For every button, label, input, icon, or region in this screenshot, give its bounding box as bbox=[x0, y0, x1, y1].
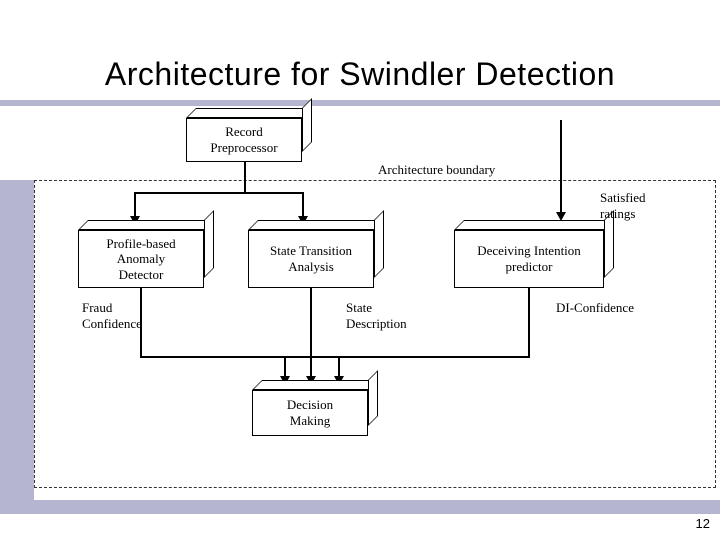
node-profile-detector-label: Profile-based Anomaly Detector bbox=[78, 230, 204, 288]
page-number: 12 bbox=[696, 516, 710, 531]
divider-bottom bbox=[0, 500, 720, 514]
node-profile-detector: Profile-based Anomaly Detector bbox=[78, 230, 204, 288]
node-record-preprocessor-label: Record Preprocessor bbox=[186, 118, 302, 162]
node-state-transition-label: State Transition Analysis bbox=[248, 230, 374, 288]
boundary-label: Architecture boundary bbox=[378, 162, 495, 178]
node-state-transition: State Transition Analysis bbox=[248, 230, 374, 288]
page-title: Architecture for Swindler Detection bbox=[0, 56, 720, 93]
label-state-description: State Description bbox=[346, 300, 407, 331]
label-di-confidence: DI-Confidence bbox=[556, 300, 634, 316]
label-satisfied-ratings: Satisfied ratings bbox=[600, 190, 646, 221]
left-accent-block bbox=[0, 180, 34, 500]
node-decision-making-label: Decision Making bbox=[252, 390, 368, 436]
node-deceiving-predictor-label: Deceiving Intention predictor bbox=[454, 230, 604, 288]
label-fraud-confidence: Fraud Confidence bbox=[82, 300, 142, 331]
node-record-preprocessor: Record Preprocessor bbox=[186, 118, 302, 162]
node-decision-making: Decision Making bbox=[252, 390, 368, 436]
divider-top bbox=[0, 100, 720, 106]
node-deceiving-predictor: Deceiving Intention predictor bbox=[454, 230, 604, 288]
